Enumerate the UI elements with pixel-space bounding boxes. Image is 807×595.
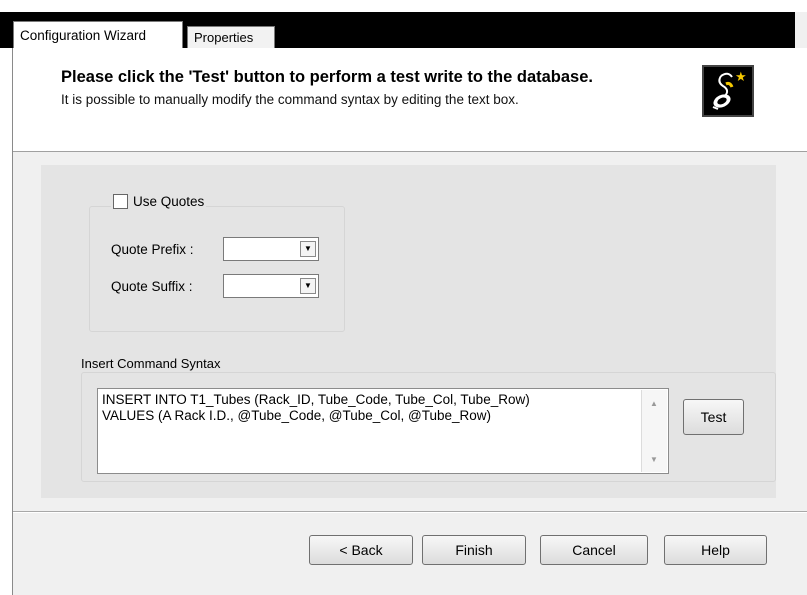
use-quotes-checkbox[interactable] bbox=[113, 193, 128, 209]
footer-divider bbox=[13, 511, 807, 513]
page-subtitle: It is possible to manually modify the co… bbox=[61, 92, 519, 107]
test-button[interactable]: Test bbox=[683, 399, 744, 435]
scroll-down-icon[interactable]: ▼ bbox=[650, 452, 658, 468]
scroll-up-icon[interactable]: ▲ bbox=[650, 396, 658, 412]
quote-suffix-select[interactable]: ▼ bbox=[223, 274, 319, 298]
quote-suffix-label: Quote Suffix : bbox=[111, 279, 193, 294]
tab-properties[interactable]: Properties bbox=[187, 26, 275, 49]
wizard-body: Use Quotes Quote Prefix : ▼ Quote Suffix… bbox=[13, 153, 807, 595]
finish-button[interactable]: Finish bbox=[422, 535, 526, 565]
wizard-icon: ★ bbox=[702, 65, 754, 117]
quote-suffix-dropdown-button[interactable]: ▼ bbox=[300, 278, 316, 294]
command-line-1: INSERT INTO T1_Tubes (Rack_ID, Tube_Code… bbox=[102, 392, 530, 407]
use-quotes-option[interactable]: Use Quotes bbox=[111, 190, 207, 212]
quote-prefix-dropdown-button[interactable]: ▼ bbox=[300, 241, 316, 257]
help-button[interactable]: Help bbox=[664, 535, 767, 565]
settings-panel: Use Quotes Quote Prefix : ▼ Quote Suffix… bbox=[41, 165, 776, 498]
svg-text:★: ★ bbox=[735, 70, 747, 85]
page-title: Please click the 'Test' button to perfor… bbox=[61, 68, 593, 86]
cancel-button[interactable]: Cancel bbox=[540, 535, 648, 565]
textbox-scrollbar[interactable]: ▲ ▼ bbox=[641, 390, 667, 472]
back-button[interactable]: < Back bbox=[309, 535, 413, 565]
quote-prefix-label: Quote Prefix : bbox=[111, 242, 194, 257]
use-quotes-label: Use Quotes bbox=[133, 193, 205, 209]
command-line-2: VALUES (A Rack I.D., @Tube_Code, @Tube_C… bbox=[102, 408, 492, 423]
insert-command-textbox[interactable]: INSERT INTO T1_Tubes (Rack_ID, Tube_Code… bbox=[97, 388, 669, 474]
tab-configuration-wizard[interactable]: Configuration Wizard bbox=[13, 21, 183, 49]
chevron-down-icon: ▼ bbox=[304, 281, 312, 290]
quote-prefix-select[interactable]: ▼ bbox=[223, 237, 319, 261]
insert-command-label: Insert Command Syntax bbox=[79, 356, 223, 371]
chevron-down-icon: ▼ bbox=[304, 244, 312, 253]
wizard-header: Please click the 'Test' button to perfor… bbox=[13, 48, 807, 152]
quotes-group bbox=[89, 206, 345, 332]
